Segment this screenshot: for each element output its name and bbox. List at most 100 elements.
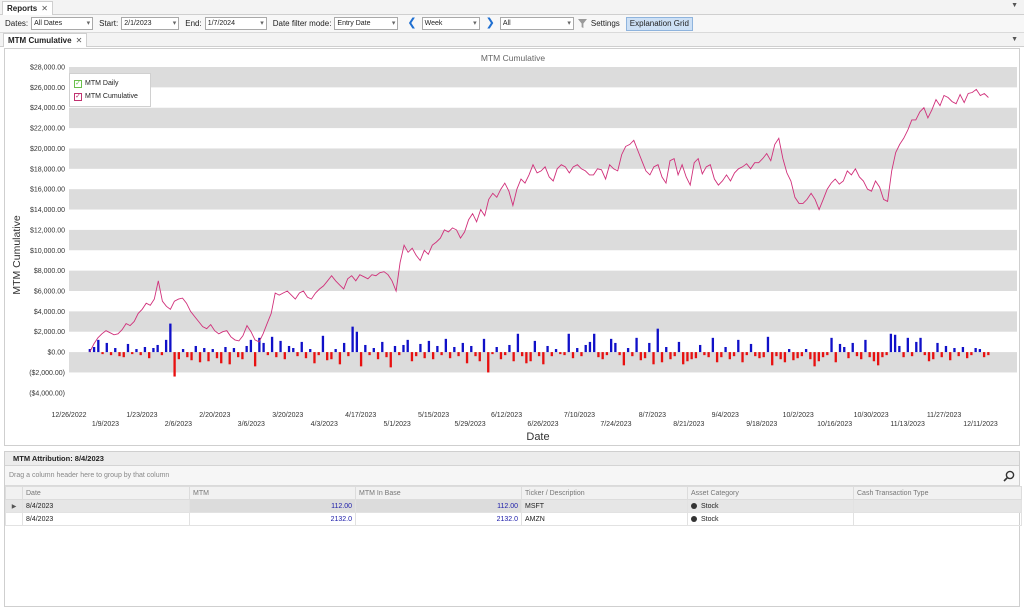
end-label: End: [185,19,202,28]
daily-bar [919,337,922,353]
daily-bar [847,352,850,359]
y-tick-label: ($4,000.00) [29,390,65,397]
date-filter-mode-select[interactable]: Entry Date ▾ [334,17,399,30]
daily-bar [512,352,515,362]
previous-period-icon[interactable]: ❮ [407,18,416,29]
cell-mtm-in-base: 112.00 [355,499,522,513]
daily-bar [542,352,545,365]
daily-bar [533,340,537,353]
close-icon[interactable]: ✕ [76,36,83,45]
daily-bar [584,344,587,353]
checkmark-icon[interactable]: ✓ [74,92,82,101]
mtm-chart-panel: $28,000.00 $26,000.00 $24,000.00 $22,000.00… [4,48,1020,446]
daily-bar [813,352,816,367]
chevron-down-icon[interactable]: ▼ [1011,36,1018,43]
daily-bar [546,345,549,353]
x-tick-label: 7/10/2023 [564,412,595,419]
cell-mtm: 2132.0 [189,512,356,526]
daily-bar [741,352,744,363]
legend-item-mtm-cumulative[interactable]: ✓ MTM Cumulative [74,90,146,103]
daily-bar [207,352,210,362]
daily-bar [186,352,189,358]
daily-bar [279,340,282,353]
x-tick-label: 5/15/2023 [418,412,449,419]
tab-reports[interactable]: Reports ✕ [2,1,53,15]
daily-bar [525,352,528,364]
y-tick-label: $8,000.00 [34,268,65,275]
table-row[interactable]: 8/4/2023 2132.0 2132.0 AMZN Stock [5,512,1022,526]
date-filter-mode-value: Entry Date [337,20,371,27]
daily-bar [334,349,337,353]
daily-bar [169,323,172,353]
cell-ticker: MSFT [521,499,688,513]
daily-bar [97,339,100,353]
checkmark-icon[interactable]: ✓ [74,79,82,88]
daily-bar [728,352,731,360]
daily-bar [122,352,125,358]
y-tick-label: $2,000.00 [34,329,65,336]
daily-bar [978,349,982,353]
column-header-cash-transaction-type[interactable]: Cash Transaction Type [853,486,1022,500]
daily-bar [639,352,642,361]
x-tick-label: 6/12/2023 [491,412,522,419]
x-axis-title: Date [526,431,549,443]
cell-mtm-in-base: 2132.0 [355,512,522,526]
period-select[interactable]: Week ▾ [421,17,480,30]
document-tab-strip: Reports ✕ ▼ [0,0,1024,15]
column-header-ticker[interactable]: Ticker / Description [521,486,688,500]
column-header-asset-category[interactable]: Asset Category [687,486,854,500]
x-tick-label: 5/1/2023 [384,421,411,428]
daily-bar [766,336,770,353]
cell-asset-category: Stock [687,499,854,513]
scope-select-value: All [502,20,511,27]
cell-mtm: 112.00 [189,499,356,513]
next-period-icon[interactable]: ❯ [486,18,495,29]
daily-bar [906,337,909,353]
y-tick-label: $20,000.00 [30,146,65,153]
y-tick-label: $14,000.00 [30,207,65,214]
daily-bar [775,352,778,357]
daily-bar [342,342,346,353]
search-icon[interactable] [1003,470,1015,482]
daily-bar [105,342,108,353]
daily-bar [838,343,842,353]
start-date-picker[interactable]: 2/1/2023 ▾ [121,17,180,30]
scope-select[interactable]: All ▾ [499,17,574,30]
end-date-picker[interactable]: 1/7/2024 ▾ [204,17,267,30]
column-header-mtm[interactable]: MTM [189,486,356,500]
daily-bar [300,341,303,353]
daily-bar [376,352,380,360]
y-tick-label: $0.00 [47,350,65,357]
mtm-chart: $28,000.00 $26,000.00 $24,000.00 $22,000.00… [11,53,1017,443]
daily-bar [237,352,240,358]
dates-select[interactable]: All Dates ▾ [31,17,94,30]
chevron-down-icon: ▾ [567,20,571,27]
daily-bar [698,344,702,353]
column-header-date[interactable]: Date [22,486,190,500]
daily-bar [974,348,977,353]
explanation-grid-button[interactable]: Explanation Grid [625,16,693,31]
table-row[interactable]: ▶ 8/4/2023 112.00 112.00 MSFT Stock [5,499,1022,513]
chevron-down-icon[interactable]: ▼ [1011,2,1018,9]
row-indicator-header [5,486,23,500]
x-tick-label: 12/11/2023 [963,421,998,428]
filter-toolbar: Dates: All Dates ▾ Start: 2/1/2023 ▾ End: … [0,15,1024,33]
group-by-bar[interactable]: Drag a column header here to group by th… [5,466,1019,486]
daily-bar [296,352,299,357]
daily-bar [220,352,223,364]
legend-item-mtm-daily[interactable]: ✓ MTM Daily [74,77,146,90]
daily-bar [936,342,939,353]
daily-bar [160,352,164,356]
close-icon[interactable]: ✕ [41,4,48,13]
settings-button[interactable]: Settings [591,19,620,28]
column-header-mtm-in-base[interactable]: MTM In Base [355,486,522,500]
daily-bar [92,347,96,353]
tab-mtm-cumulative[interactable]: MTM Cumulative ✕ [3,33,88,47]
attribution-table: Date MTM MTM In Base Ticker / Descriptio… [5,486,1022,526]
row-indicator-icon: ▶ [5,499,23,513]
daily-bar [652,352,655,365]
filter-icon[interactable] [577,19,587,28]
daily-bar [351,326,354,353]
daily-bar [860,352,863,360]
x-tick-label: 10/2/2023 [783,412,814,419]
